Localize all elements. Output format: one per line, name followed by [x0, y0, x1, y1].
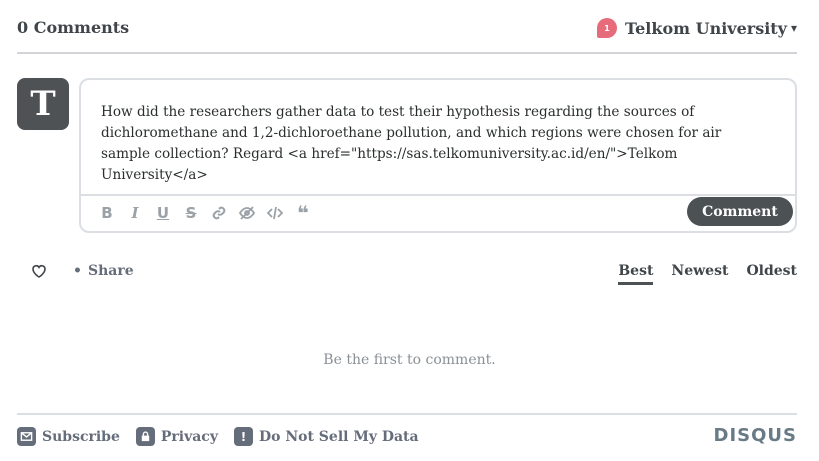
do-not-sell-label[interactable]: Do Not Sell My Data [259, 429, 419, 445]
italic-icon[interactable]: I [121, 203, 149, 223]
bold-icon[interactable]: B [93, 203, 121, 223]
quote-icon[interactable]: ❝ [289, 201, 317, 225]
thread-actions: • Share Best Newest Oldest [17, 260, 797, 288]
editor-toolbar: B I U S ❝ Comment [81, 194, 795, 231]
empty-comments-message: Be the first to comment. [323, 352, 496, 368]
spoiler-icon[interactable] [233, 203, 261, 223]
sort-newest[interactable]: Newest [671, 263, 728, 285]
bullet-icon: • [73, 263, 82, 279]
sort-tabs: Best Newest Oldest [600, 263, 797, 285]
comment-count: 0 Comments [17, 18, 130, 37]
avatar: T [17, 78, 69, 130]
strikethrough-icon[interactable]: S [177, 203, 205, 223]
chevron-down-icon[interactable]: ▾ [791, 21, 797, 35]
subscribe-label[interactable]: Subscribe [42, 429, 120, 445]
subscribe-link[interactable]: Subscribe [17, 427, 120, 446]
notification-badge[interactable]: 1 [597, 18, 618, 38]
code-icon[interactable] [261, 203, 289, 223]
thread-header: 0 Comments 1 Telkom University ▾ [17, 12, 797, 54]
sort-best[interactable]: Best [618, 263, 654, 285]
link-icon[interactable] [205, 203, 233, 223]
comment-editor[interactable]: How did the researchers gather data to t… [79, 78, 797, 233]
share-button[interactable]: • Share [73, 263, 134, 279]
heart-icon[interactable] [31, 263, 47, 279]
comment-textarea[interactable]: How did the researchers gather data to t… [101, 102, 761, 186]
do-not-sell-link[interactable]: ! Do Not Sell My Data [233, 427, 419, 446]
community-name[interactable]: Telkom University [625, 19, 787, 38]
envelope-icon [17, 427, 36, 446]
privacy-label[interactable]: Privacy [161, 429, 218, 445]
disqus-logo[interactable]: DISQUS [714, 425, 797, 446]
privacy-link[interactable]: Privacy [135, 427, 218, 446]
underline-icon[interactable]: U [149, 203, 177, 223]
alert-icon: ! [233, 427, 253, 446]
community-menu[interactable]: 1 Telkom University ▾ [597, 18, 797, 38]
sort-oldest[interactable]: Oldest [746, 263, 797, 285]
lock-icon [135, 427, 155, 446]
footer: Subscribe Privacy ! Do Not Sell My Data … [17, 413, 797, 461]
share-label[interactable]: Share [88, 263, 134, 279]
comment-button[interactable]: Comment [687, 197, 793, 226]
